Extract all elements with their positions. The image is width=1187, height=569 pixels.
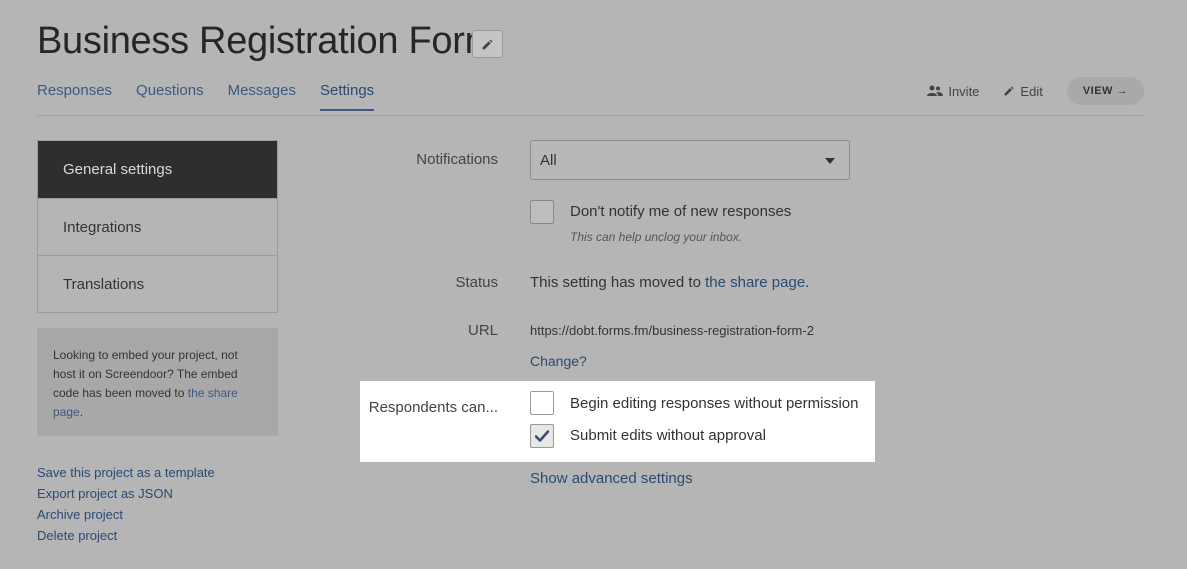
delete-project-link[interactable]: Delete project [37,525,215,546]
tab-divider [37,115,1144,116]
url-value: https://dobt.forms.fm/business-registrat… [530,323,814,338]
users-icon [927,85,944,96]
export-json-link[interactable]: Export project as JSON [37,483,215,504]
pencil-icon [1004,86,1015,96]
sidebar-item-general-settings[interactable]: General settings [38,141,277,198]
invite-label: Invite [948,83,980,99]
edit-label: Edit [1020,83,1043,99]
dont-notify-label: Don't notify me of new responses [570,203,792,220]
edit-link[interactable]: Edit [1003,83,1043,99]
tab-responses[interactable]: Responses [37,82,112,111]
header-actions: Invite Edit VIEW → [927,77,1144,105]
change-url-link[interactable]: Change? [530,353,587,369]
view-button[interactable]: VIEW → [1066,77,1144,105]
notifications-label: Notifications [416,151,498,168]
caret-down-icon [825,158,835,164]
notifications-select[interactable]: All [530,140,850,180]
tab-questions[interactable]: Questions [136,82,204,111]
save-template-link[interactable]: Save this project as a template [37,462,215,483]
url-label: URL [467,322,498,339]
show-advanced-settings-link[interactable]: Show advanced settings [530,470,693,487]
status-share-page-link[interactable]: the share page [705,274,805,291]
settings-page: Business Registration Form Responses Que… [0,0,1187,569]
status-text: This setting has moved to the share page… [530,274,809,291]
status-text-end: . [805,274,810,291]
respondents-label: Respondents can... [368,399,498,416]
submit-edits-checkbox[interactable] [530,424,554,448]
embed-note-end: . [79,405,84,419]
tab-bar: Responses Questions Messages Settings [37,82,398,111]
respondents-highlight: Respondents can... Begin editing respons… [360,381,875,462]
notifications-select-value: All [540,151,557,169]
invite-link[interactable]: Invite [927,84,979,99]
begin-editing-label: Begin editing responses without permissi… [570,395,859,412]
archive-project-link[interactable]: Archive project [37,504,215,525]
pencil-icon [482,38,493,49]
begin-editing-checkbox[interactable] [530,391,554,415]
embed-note: Looking to embed your project, not host … [37,328,278,436]
tab-settings[interactable]: Settings [319,82,375,111]
dont-notify-checkbox[interactable] [530,200,554,224]
project-actions: Save this project as a template Export p… [37,462,215,546]
checkmark-icon [535,430,549,442]
tab-messages[interactable]: Messages [228,82,296,111]
sidebar-item-translations[interactable]: Translations [38,255,277,312]
edit-title-button[interactable] [472,30,503,58]
submit-edits-label: Submit edits without approval [570,427,766,444]
page-title: Business Registration Form [37,20,496,62]
status-text-prefix: This setting has moved to [530,274,706,291]
sidebar-item-integrations[interactable]: Integrations [38,198,277,255]
settings-sidebar: General settings Integrations Translatio… [37,140,278,313]
status-label: Status [455,274,498,291]
dont-notify-hint: This can help unclog your inbox. [570,230,743,244]
